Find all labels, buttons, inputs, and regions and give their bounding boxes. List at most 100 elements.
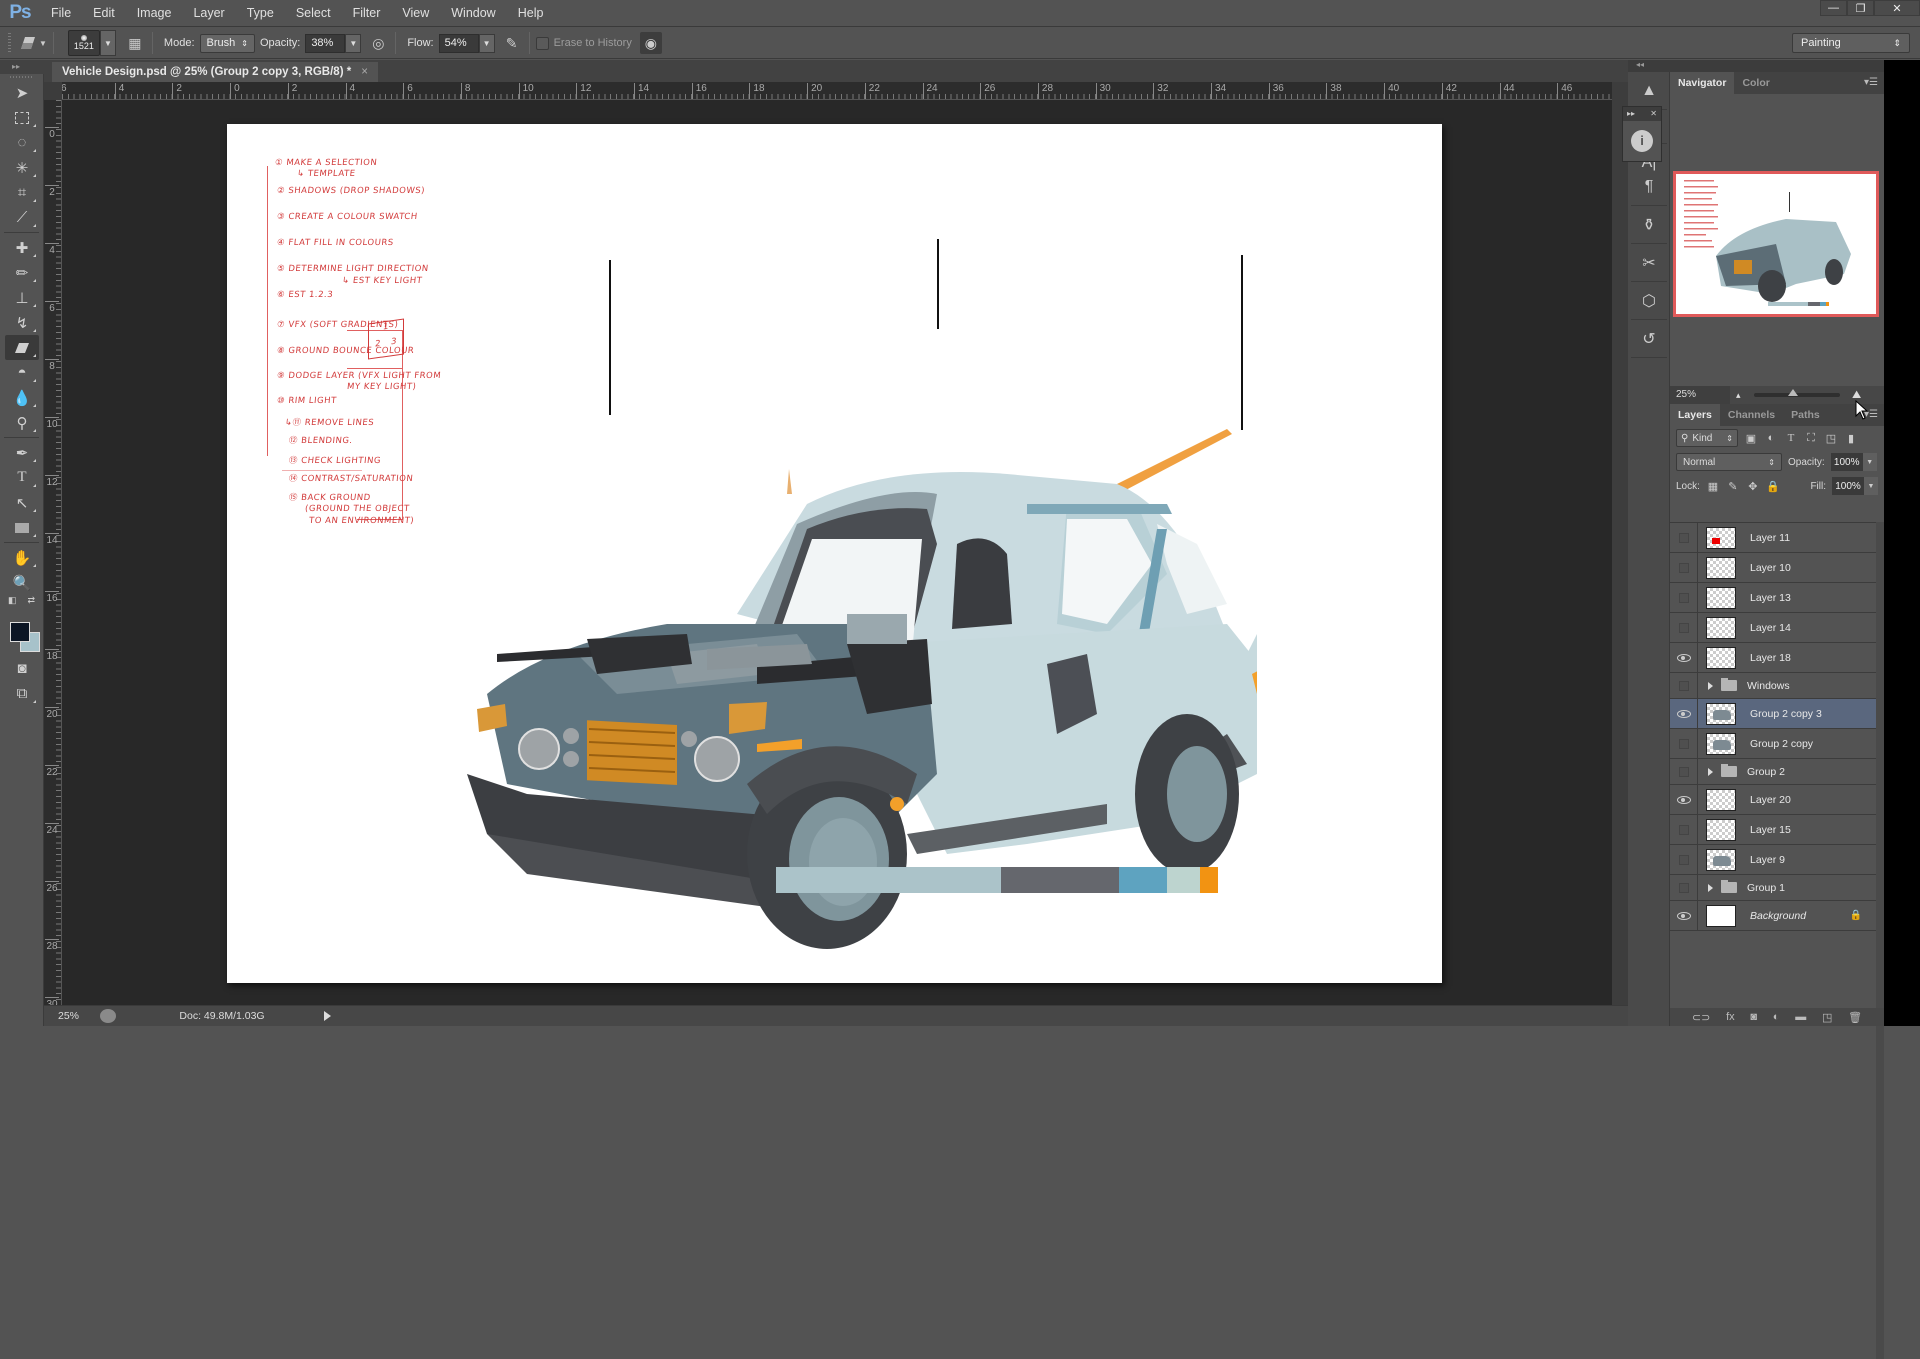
flow-input[interactable]: 54% xyxy=(438,33,479,53)
screen-mode-icon[interactable]: ⧉ xyxy=(5,681,39,706)
path-selection-tool-icon[interactable]: ↖ xyxy=(5,490,39,515)
default-colors-icon[interactable]: ◧ xyxy=(8,595,17,606)
restore-button[interactable]: ❐ xyxy=(1847,0,1874,16)
visibility-toggle[interactable] xyxy=(1670,815,1698,844)
visibility-toggle[interactable] xyxy=(1670,901,1698,930)
expand-icon[interactable]: ▸▸ xyxy=(1627,107,1635,121)
document-tab[interactable]: Vehicle Design.psd @ 25% (Group 2 copy 3… xyxy=(52,62,378,82)
visibility-toggle[interactable] xyxy=(1670,583,1698,612)
visibility-toggle[interactable] xyxy=(1670,729,1698,758)
layer-row[interactable]: Group 2 xyxy=(1670,759,1876,785)
visibility-toggle[interactable] xyxy=(1670,875,1698,900)
menu-select[interactable]: Select xyxy=(285,0,342,27)
mode-select[interactable]: Brush ⇕ xyxy=(199,33,255,53)
fx-icon[interactable]: fx xyxy=(1726,1011,1735,1023)
minimize-button[interactable]: — xyxy=(1820,0,1847,16)
filter-shape-icon[interactable]: ⛶ xyxy=(1804,431,1818,445)
slider-thumb[interactable] xyxy=(1788,389,1798,396)
eraser-tool-icon[interactable] xyxy=(5,335,39,360)
mask-icon[interactable]: ◙ xyxy=(1750,1011,1757,1023)
status-menu-arrow-icon[interactable] xyxy=(324,1011,331,1021)
zoom-out-icon[interactable]: ▴ xyxy=(1736,390,1741,401)
tools-grip[interactable] xyxy=(10,76,33,78)
brush-presets-icon[interactable]: ⚱ xyxy=(1631,206,1667,244)
pressure-size-icon[interactable]: ◉ xyxy=(639,32,662,54)
menu-image[interactable]: Image xyxy=(126,0,183,27)
brush-preset-picker[interactable]: 1521 xyxy=(67,30,100,56)
folder-icon[interactable]: ▬ xyxy=(1795,1011,1806,1023)
brush-preset-dropdown[interactable]: ▼ xyxy=(99,30,116,56)
marquee-tool-icon[interactable] xyxy=(5,105,39,130)
tab-paths[interactable]: Paths xyxy=(1783,404,1828,426)
flow-dropdown[interactable]: ▼ xyxy=(478,33,495,53)
menu-type[interactable]: Type xyxy=(236,0,285,27)
menu-window[interactable]: Window xyxy=(440,0,506,27)
layer-row[interactable]: Layer 15 xyxy=(1670,815,1876,845)
menu-view[interactable]: View xyxy=(391,0,440,27)
status-zoom[interactable]: 25% xyxy=(44,1010,94,1022)
expand-arrow-icon[interactable] xyxy=(1708,883,1713,892)
close-button[interactable]: ✕ xyxy=(1874,0,1920,16)
tab-layers[interactable]: Layers xyxy=(1670,404,1720,426)
adjustment-icon[interactable]: ◐ xyxy=(1773,1011,1780,1023)
layer-row[interactable]: Layer 20 xyxy=(1670,785,1876,815)
visibility-toggle[interactable] xyxy=(1670,613,1698,642)
navigator-zoom-slider[interactable] xyxy=(1754,389,1840,397)
proof-icon[interactable] xyxy=(100,1009,116,1023)
healing-brush-tool-icon[interactable]: ✚ xyxy=(5,235,39,260)
visibility-toggle[interactable] xyxy=(1670,523,1698,552)
blur-tool-icon[interactable]: 💧 xyxy=(5,385,39,410)
visibility-toggle[interactable] xyxy=(1670,845,1698,874)
filter-pixel-icon[interactable]: ▣ xyxy=(1744,431,1758,445)
tab-channels[interactable]: Channels xyxy=(1720,404,1783,426)
layer-row[interactable]: Group 2 copy xyxy=(1670,729,1876,759)
history-brush-tool-icon[interactable]: ↯ xyxy=(5,310,39,335)
lasso-tool-icon[interactable]: ◌ xyxy=(5,130,39,155)
link-icon[interactable]: ⊂⊃ xyxy=(1692,1011,1710,1024)
close-float-icon[interactable]: ✕ xyxy=(1650,107,1657,121)
paragraph-icon[interactable]: ¶ xyxy=(1645,178,1654,196)
vertical-scrollbar[interactable] xyxy=(1612,82,1628,1005)
visibility-toggle[interactable] xyxy=(1670,759,1698,784)
foreground-color[interactable] xyxy=(10,622,30,642)
airbrush-icon[interactable]: ✎ xyxy=(501,32,523,54)
swap-colors-icon[interactable]: ⇄ xyxy=(27,595,35,606)
brush-tool-icon[interactable]: ✏ xyxy=(5,260,39,285)
menu-help[interactable]: Help xyxy=(507,0,555,27)
dodge-tool-icon[interactable]: ⚲ xyxy=(5,410,39,435)
magic-wand-tool-icon[interactable]: ✳ xyxy=(5,155,39,180)
new-layer-icon[interactable]: ◳ xyxy=(1822,1011,1832,1024)
panel-menu-icon[interactable]: ▾☰ xyxy=(1864,77,1878,88)
layer-opacity-input[interactable]: 100% xyxy=(1830,453,1863,471)
erase-to-history-checkbox[interactable]: Erase to History xyxy=(535,36,632,50)
clone-stamp-tool-icon[interactable]: ⊥ xyxy=(5,285,39,310)
filter-type-icon[interactable]: T xyxy=(1784,431,1798,445)
layer-row[interactable]: Layer 11 xyxy=(1670,523,1876,553)
layer-row[interactable]: Background 🔒 xyxy=(1670,901,1876,931)
layer-row[interactable]: Windows xyxy=(1670,673,1876,699)
layer-row[interactable]: Group 1 xyxy=(1670,875,1876,901)
menu-filter[interactable]: Filter xyxy=(342,0,392,27)
crop-tool-icon[interactable]: ⌗ xyxy=(5,180,39,205)
eraser-icon[interactable] xyxy=(17,32,39,54)
panel-dock-bar[interactable]: ◂◂ ▸▸ xyxy=(1628,60,1920,72)
visibility-toggle[interactable] xyxy=(1670,785,1698,814)
filter-toggle-icon[interactable]: ▮ xyxy=(1844,431,1858,445)
layer-row[interactable]: Layer 14 xyxy=(1670,613,1876,643)
tool-preset-dropdown[interactable]: ▼ xyxy=(39,39,47,48)
quick-mask-icon[interactable]: ◙ xyxy=(5,656,39,681)
move-tool-icon[interactable]: ➤ xyxy=(5,80,39,105)
pressure-opacity-icon[interactable]: ◎ xyxy=(367,32,389,54)
collapse-left-icon[interactable]: ◂◂ xyxy=(1636,60,1644,72)
filter-kind-select[interactable]: ⚲ Kind ⇕ xyxy=(1676,429,1738,447)
expand-arrow-icon[interactable] xyxy=(1708,767,1713,776)
layers-scrollbar[interactable] xyxy=(1876,522,1884,1359)
opacity-dropdown[interactable]: ▼ xyxy=(345,33,362,53)
layer-row[interactable]: Layer 9 xyxy=(1670,845,1876,875)
info-icon[interactable]: i xyxy=(1631,130,1653,152)
canvas[interactable]: ① MAKE A SELECTION ↳ TEMPLATE ② SHADOWS (D… xyxy=(227,124,1442,983)
visibility-toggle[interactable] xyxy=(1670,699,1698,728)
layer-row[interactable]: Group 2 copy 3 xyxy=(1670,699,1876,729)
histogram-icon[interactable]: ▲ xyxy=(1631,72,1667,110)
navigator-preview[interactable] xyxy=(1673,171,1879,317)
